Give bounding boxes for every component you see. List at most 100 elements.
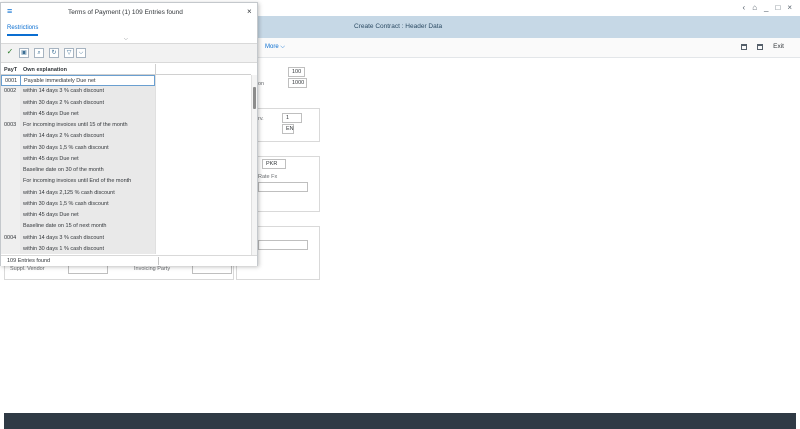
value-help-dialog: ≡ Terms of Payment (1) 109 Entries found…	[0, 2, 258, 266]
table-row[interactable]: within 14 days 2,125 % cash discount	[1, 187, 251, 199]
vertical-scrollbar[interactable]	[251, 75, 257, 255]
payment-term-code: 0001	[1, 75, 20, 87]
empty-cell	[155, 187, 251, 199]
table-row[interactable]: within 30 days 1,5 % cash discount	[1, 198, 251, 210]
find-next-icon[interactable]: ↻	[49, 48, 59, 58]
screen-icon[interactable]	[741, 43, 748, 50]
payment-term-explanation: within 30 days 1 % cash discount	[20, 243, 155, 254]
table-row[interactable]: within 30 days 2 % cash discount	[1, 97, 251, 109]
payment-term-code	[1, 131, 20, 143]
empty-cell	[155, 243, 251, 254]
empty-cell	[155, 142, 251, 154]
home-icon[interactable]: ⌂	[752, 3, 757, 13]
select-all-icon[interactable]: ▣	[19, 48, 29, 58]
table-body: 0001 Payable immediately Due net 0002 withi…	[1, 75, 251, 254]
empty-cell	[155, 153, 251, 165]
empty-cell	[155, 198, 251, 210]
partner-field[interactable]	[258, 240, 308, 250]
empty-cell	[155, 108, 251, 120]
table-row[interactable]: 0001 Payable immediately Due net	[1, 75, 251, 87]
empty-cell	[155, 120, 251, 132]
close-icon[interactable]: ×	[247, 8, 252, 16]
more-button[interactable]: More ⌵	[265, 44, 285, 51]
window-controls: ‹ ⌂ _ □ ×	[743, 3, 792, 13]
version-field[interactable]: 1	[282, 113, 302, 123]
payment-term-code: 0004	[1, 232, 20, 244]
exit-button[interactable]: Exit	[773, 43, 784, 50]
table-row[interactable]: Baseline date on 30 of the month	[1, 165, 251, 177]
table-row[interactable]: Baseline date on 15 of next month	[1, 221, 251, 233]
empty-cell	[155, 176, 251, 188]
purch-org-field[interactable]: 1000	[288, 78, 307, 88]
payment-term-explanation: within 30 days 1,5 % cash discount	[20, 198, 155, 210]
dialog-tabs: Restrictions	[1, 21, 257, 39]
entries-count: 109 Entries found	[7, 258, 51, 264]
invoicing-party-label: Invoicing Party	[134, 266, 171, 272]
currency-field[interactable]: PKR	[262, 159, 286, 169]
scroll-thumb[interactable]	[253, 87, 256, 109]
payment-term-code	[1, 243, 20, 254]
payment-term-code: 0003	[1, 120, 20, 132]
supplier-vendor-label: Suppl. Vendor	[10, 266, 45, 272]
payment-term-code: 0002	[1, 86, 20, 98]
payment-term-explanation: within 14 days 3 % cash discount	[20, 232, 155, 244]
filter-dropdown-icon[interactable]: ⌵	[76, 48, 86, 58]
column-header-payt[interactable]: PayT	[4, 67, 17, 73]
table-row[interactable]: 0002 within 14 days 3 % cash discount	[1, 86, 251, 98]
language-field[interactable]: EN	[282, 124, 294, 134]
minimize-icon[interactable]: _	[764, 3, 768, 13]
table-row[interactable]: For incoming invoices until End of the m…	[1, 176, 251, 188]
column-header-explanation[interactable]: Own explanation	[23, 67, 67, 73]
payment-term-code	[1, 210, 20, 222]
empty-cell	[155, 210, 251, 222]
empty-cell	[155, 75, 251, 87]
table-row[interactable]: within 30 days 1,5 % cash discount	[1, 142, 251, 154]
close-window-icon[interactable]: ×	[787, 3, 792, 13]
table-row[interactable]: 0003 For incoming invoices until 15 of th…	[1, 120, 251, 132]
table-row[interactable]: within 14 days 2 % cash discount	[1, 131, 251, 143]
app-title: Create Contract : Header Data	[354, 23, 443, 30]
tab-restrictions[interactable]: Restrictions	[7, 25, 39, 36]
exchange-rate-field[interactable]	[258, 182, 308, 192]
empty-cell	[155, 165, 251, 177]
company-code-field[interactable]: 100	[288, 67, 305, 77]
check-icon[interactable]: ✓	[5, 48, 15, 58]
filter-icon[interactable]: ▽	[64, 48, 74, 58]
maximize-icon[interactable]: □	[775, 3, 780, 13]
payment-term-explanation: within 45 days Due net	[20, 108, 155, 120]
dialog-title: Terms of Payment (1) 109 Entries found	[68, 9, 183, 16]
payment-term-code	[1, 142, 20, 154]
table-row[interactable]: within 45 days Due net	[1, 210, 251, 222]
results-table: PayT Own explanation 0001 Payable immedia…	[1, 64, 251, 254]
collapse-icon[interactable]: ⌵	[124, 36, 128, 42]
payment-term-code	[1, 153, 20, 165]
back-icon[interactable]: ‹	[743, 3, 746, 13]
payment-term-explanation: within 30 days 2 % cash discount	[20, 97, 155, 109]
footer-bar	[4, 413, 796, 429]
empty-cell	[155, 221, 251, 233]
empty-cell	[155, 86, 251, 98]
empty-cell	[155, 97, 251, 109]
menu-icon[interactable]: ≡	[7, 7, 12, 16]
search-icon[interactable]: ⌕	[34, 48, 44, 58]
payment-term-explanation: Baseline date on 30 of the month	[20, 165, 155, 177]
payment-term-explanation: within 14 days 2,125 % cash discount	[20, 187, 155, 199]
empty-cell	[155, 131, 251, 143]
field-label: on	[258, 81, 265, 87]
payment-term-explanation: Payable immediately Due net	[20, 75, 155, 87]
table-row[interactable]: within 45 days Due net	[1, 108, 251, 120]
column-header-empty	[155, 64, 251, 75]
payment-term-explanation: For incoming invoices until 15 of the mo…	[20, 120, 155, 132]
table-row[interactable]: within 45 days Due net	[1, 153, 251, 165]
payment-term-code	[1, 221, 20, 233]
dialog-header: ≡ Terms of Payment (1) 109 Entries found…	[1, 3, 257, 21]
table-row[interactable]: 0004 within 14 days 3 % cash discount	[1, 232, 251, 244]
payment-term-explanation: within 45 days Due net	[20, 153, 155, 165]
payment-term-explanation: within 14 days 2 % cash discount	[20, 131, 155, 143]
payment-term-explanation: within 30 days 1,5 % cash discount	[20, 142, 155, 154]
field-label: rv.	[258, 116, 264, 122]
table-row[interactable]: within 30 days 1 % cash discount	[1, 243, 251, 254]
payment-term-explanation: within 14 days 3 % cash discount	[20, 86, 155, 98]
print-icon[interactable]	[757, 43, 764, 50]
payment-term-code	[1, 97, 20, 109]
